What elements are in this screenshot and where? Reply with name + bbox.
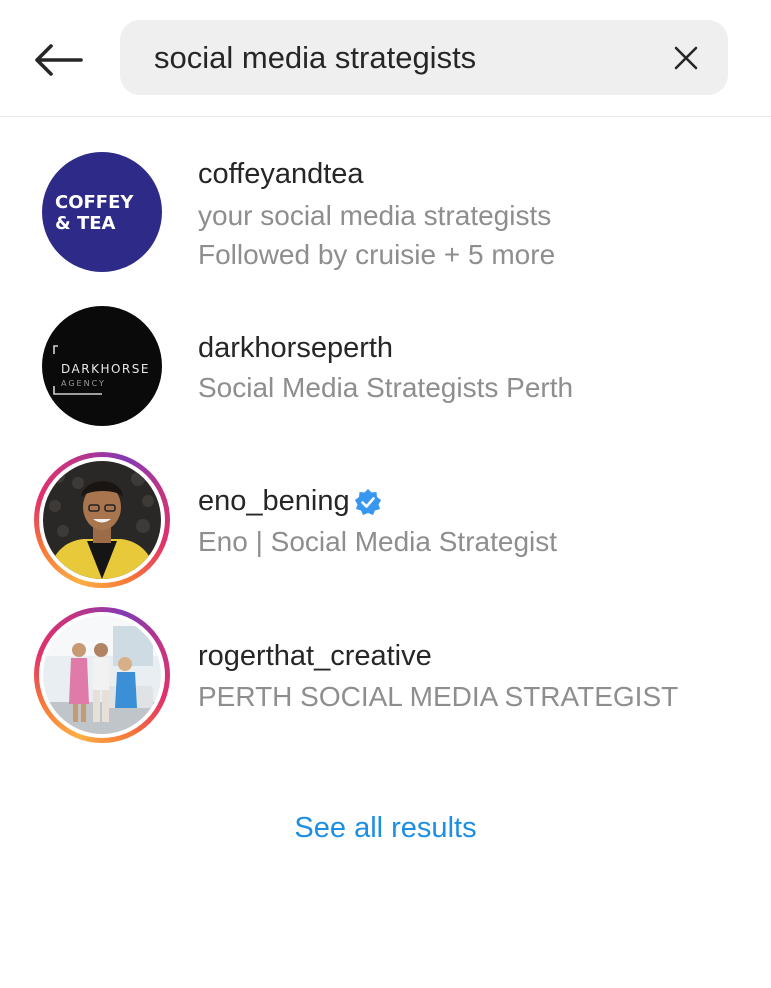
story-ring [34, 452, 170, 588]
search-header [0, 0, 771, 117]
back-button[interactable] [28, 36, 88, 84]
clear-search-button[interactable] [662, 34, 710, 82]
profile-photo [43, 616, 161, 734]
result-row-rogerthat-creative[interactable]: rogerthat_creative PERTH SOCIAL MEDIA ST… [0, 607, 771, 747]
avatar [43, 616, 161, 734]
coffeyandtea-logo: COFFEY & TEA [55, 192, 134, 234]
result-subtitle: Eno | Social Media Strategist [198, 526, 558, 557]
close-icon [674, 46, 698, 70]
avatar-logo-line1: DARKHORSE [61, 362, 150, 376]
search-box [120, 20, 728, 95]
result-row-eno-bening[interactable]: eno_bening Eno | Social Media Strategist [0, 452, 771, 592]
result-subtitle: PERTH SOCIAL MEDIA STRATEGIST [198, 681, 679, 712]
profile-photo [43, 461, 161, 579]
see-all-results-link[interactable]: See all results [0, 812, 771, 845]
result-followed-by: Followed by cruisie + 5 more [198, 239, 556, 270]
darkhorse-logo: DARKHORSE AGENCY [53, 345, 150, 395]
search-input[interactable] [154, 35, 624, 80]
result-row-darkhorseperth[interactable]: DARKHORSE AGENCY darkhorseperth Social M… [0, 306, 771, 436]
username-text: eno_bening [198, 485, 350, 517]
arrow-left-icon [35, 44, 83, 76]
result-username: darkhorseperth [198, 332, 393, 365]
username-text: rogerthat_creative [198, 640, 432, 672]
result-subtitle: Social Media Strategists Perth [198, 372, 574, 403]
avatar-logo-line2: AGENCY [61, 379, 106, 388]
username-text: coffeyandtea [198, 158, 364, 190]
avatar: COFFEY & TEA [42, 152, 162, 272]
story-ring [34, 607, 170, 743]
avatar: DARKHORSE AGENCY [42, 306, 162, 426]
result-username: rogerthat_creative [198, 640, 432, 673]
avatar-logo-line1: COFFEY [55, 192, 134, 213]
avatar [43, 461, 161, 579]
result-subtitle: your social media strategists [198, 200, 552, 231]
verified-badge-icon [354, 488, 381, 515]
result-row-coffeyandtea[interactable]: COFFEY & TEA coffeyandtea your social me… [0, 150, 771, 290]
username-text: darkhorseperth [198, 332, 394, 364]
avatar-logo-line2: & TEA [55, 213, 116, 234]
result-username: coffeyandtea [198, 158, 364, 191]
result-username: eno_bening [198, 485, 382, 518]
